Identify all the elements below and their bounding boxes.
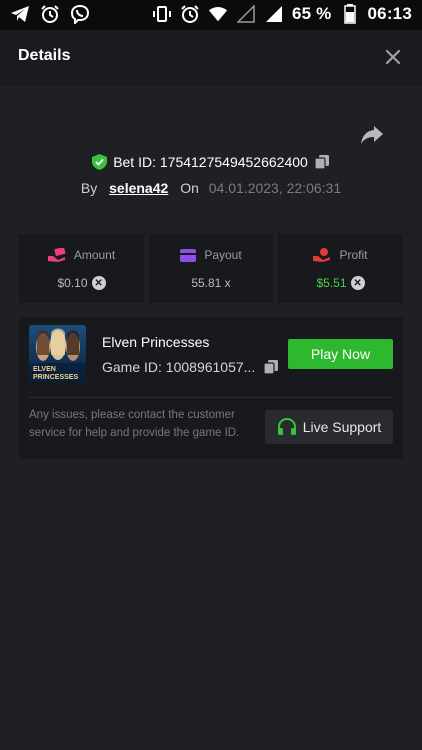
by-label: By: [80, 180, 98, 196]
money-hand-icon: [47, 248, 66, 262]
profit-label: Profit: [339, 248, 368, 262]
page-title: Details: [18, 47, 71, 64]
bet-id: Bet ID: 1754127549452662400: [113, 154, 308, 170]
header-bar: Details: [0, 30, 422, 86]
live-support-button[interactable]: Live Support: [265, 410, 393, 444]
alarm-clock-icon: [40, 4, 60, 24]
share-icon: [361, 126, 383, 144]
close-button[interactable]: [382, 46, 404, 68]
amount-value: $0.10: [57, 276, 88, 290]
currency-x-icon: ✕: [91, 276, 106, 290]
thumb-title-1: ELVEN: [33, 366, 56, 373]
thumb-title-2: PRINCESSES: [33, 374, 78, 381]
bet-datetime: 04.01.2023, 22:06:31: [208, 180, 342, 196]
payout-label: Payout: [204, 248, 242, 262]
card-icon: [180, 248, 197, 262]
amount-label: Amount: [73, 248, 116, 262]
status-right-icons: 65 % 06:13: [152, 4, 412, 24]
signal-icon: [264, 4, 284, 24]
divider: [29, 397, 393, 398]
close-icon: [385, 49, 401, 65]
game-name: Elven Princesses: [102, 334, 210, 350]
on-label: On: [180, 180, 199, 196]
status-bar: 65 % 06:13: [0, 0, 422, 30]
username-link[interactable]: selena42: [109, 180, 168, 196]
verified-shield-icon: [92, 154, 108, 170]
battery-percent: 65 %: [291, 4, 332, 23]
payout-card: Payout 55.81 x: [149, 234, 273, 303]
game-thumbnail[interactable]: ELVEN PRINCESSES: [29, 325, 86, 382]
amount-card: Amount $0.10 ✕: [19, 234, 144, 303]
copy-icon[interactable]: [263, 359, 279, 375]
wifi-icon: [208, 4, 228, 24]
bet-id-row: Bet ID: 1754127549452662400: [0, 154, 422, 173]
telegram-icon: [10, 4, 30, 24]
clock-time: 06:13: [367, 4, 412, 23]
bet-meta-row: By selena42 On 04.01.2023, 22:06:31: [0, 180, 422, 196]
profit-card: Profit $5.51 ✕: [278, 234, 403, 303]
viber-icon: [70, 4, 90, 24]
play-now-button[interactable]: Play Now: [288, 339, 393, 369]
payout-value: 55.81 x: [191, 276, 231, 290]
status-left-icons: [10, 4, 90, 24]
profit-value: $5.51: [316, 276, 347, 290]
game-id: Game ID: 1008961057...: [102, 359, 256, 375]
currency-x-icon: ✕: [350, 276, 365, 290]
profit-hand-icon: [313, 248, 331, 262]
game-card: ELVEN PRINCESSES Elven Princesses Game I…: [19, 317, 403, 459]
vibrate-icon: [152, 4, 172, 24]
support-info-text: Any issues, please contact the customer …: [29, 409, 240, 439]
alarm-icon: [180, 4, 200, 24]
signal-empty-icon: [236, 4, 256, 24]
share-button[interactable]: [360, 124, 384, 146]
live-support-label: Live Support: [302, 419, 382, 435]
battery-icon: [340, 4, 360, 24]
headset-icon: [277, 418, 296, 435]
copy-icon[interactable]: [314, 154, 330, 170]
